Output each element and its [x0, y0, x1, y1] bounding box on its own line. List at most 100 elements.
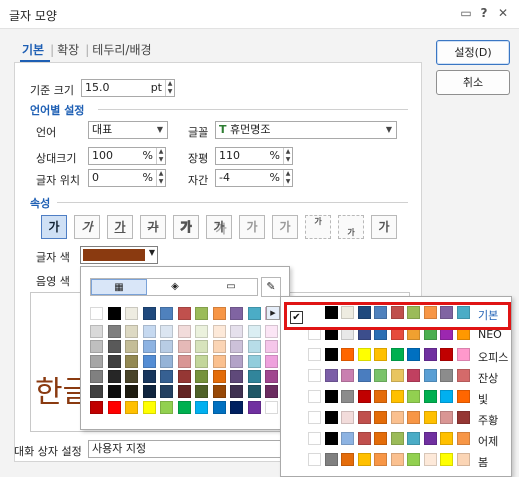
shade-color-swatch[interactable]	[125, 355, 138, 368]
shade-color-swatch[interactable]	[160, 385, 173, 398]
theme-6-swatch[interactable]	[440, 432, 453, 445]
spacing-spinner[interactable]: ▲ ▼	[283, 170, 292, 186]
shade-color-swatch[interactable]	[160, 325, 173, 338]
theme-7-swatch[interactable]	[390, 453, 404, 466]
theme-7-swatch[interactable]	[423, 453, 437, 466]
theme-5-swatch[interactable]	[374, 411, 387, 424]
theme-2-swatch[interactable]	[440, 348, 453, 361]
subscript-button[interactable]: 가	[338, 215, 364, 239]
engrave-button[interactable]: 가	[272, 215, 298, 239]
shade-color-swatch[interactable]	[195, 385, 208, 398]
theme-5-swatch[interactable]	[423, 411, 437, 424]
theme-palette-tab[interactable]: ▦	[91, 279, 147, 295]
theme-name-2[interactable]: 오피스	[478, 349, 508, 365]
theme-3-swatch[interactable]	[308, 369, 321, 382]
shade-color-swatch[interactable]	[265, 325, 278, 338]
theme-2-swatch[interactable]	[308, 348, 321, 361]
theme-4-swatch[interactable]	[440, 390, 453, 403]
shade-color-swatch[interactable]	[212, 385, 226, 398]
close-icon[interactable]: ✕	[496, 6, 510, 20]
tab-border-background[interactable]: 테두리/배경	[92, 41, 151, 58]
width-ratio-input[interactable]: 110 % ▲ ▼	[215, 147, 293, 165]
base-size-input[interactable]: 15.0 pt ▲ ▼	[81, 79, 175, 97]
strikethrough-button[interactable]: 가	[140, 215, 166, 239]
shade-color-swatch[interactable]	[212, 325, 226, 338]
cancel-button[interactable]: 취소	[436, 70, 510, 95]
theme-name-3[interactable]: 잔상	[478, 370, 498, 386]
char-position-input[interactable]: 0 % ▲ ▼	[88, 169, 166, 187]
theme-6-swatch[interactable]	[341, 432, 354, 445]
shade-color-swatch[interactable]	[247, 370, 261, 383]
shade-color-swatch[interactable]	[247, 340, 261, 353]
theme-5-swatch[interactable]	[407, 411, 420, 424]
emboss-button[interactable]: 가	[239, 215, 265, 239]
shade-color-swatch[interactable]	[265, 385, 278, 398]
shade-color-swatch[interactable]	[195, 355, 208, 368]
theme-2-swatch[interactable]	[423, 348, 437, 361]
theme-2-swatch[interactable]	[407, 348, 420, 361]
shade-color-swatch[interactable]	[195, 370, 208, 383]
theme-3-swatch[interactable]	[374, 369, 387, 382]
theme-color-swatch[interactable]	[125, 307, 138, 320]
shade-color-swatch[interactable]	[160, 340, 173, 353]
shadow-button[interactable]: 가	[206, 215, 232, 239]
shade-color-swatch[interactable]	[107, 355, 121, 368]
shade-color-swatch[interactable]	[107, 325, 121, 338]
italic-button[interactable]: 가	[74, 215, 100, 239]
text-color-picker[interactable]: ▼	[80, 246, 158, 264]
underline-button[interactable]: 가	[107, 215, 133, 239]
tab-extended[interactable]: 확장	[57, 41, 79, 58]
theme-6-swatch[interactable]	[357, 432, 371, 445]
standard-color-swatch[interactable]	[230, 401, 243, 414]
theme-7-swatch[interactable]	[407, 453, 420, 466]
theme-color-swatch[interactable]	[247, 307, 261, 320]
char-position-spinner[interactable]: ▲ ▼	[156, 170, 165, 186]
standard-color-swatch[interactable]	[160, 401, 173, 414]
shade-color-swatch[interactable]	[90, 340, 103, 353]
shade-color-swatch[interactable]	[230, 370, 243, 383]
shade-color-swatch[interactable]	[265, 355, 278, 368]
theme-color-swatch[interactable]	[142, 307, 156, 320]
theme-2-swatch[interactable]	[374, 348, 387, 361]
help-icon[interactable]: ?	[477, 6, 491, 20]
theme-7-swatch[interactable]	[440, 453, 453, 466]
theme-4-swatch[interactable]	[407, 390, 420, 403]
theme-3-swatch[interactable]	[341, 369, 354, 382]
font-select[interactable]: T 휴먼명조 ▼	[215, 121, 397, 139]
theme-7-swatch[interactable]	[456, 453, 470, 466]
theme-6-swatch[interactable]	[308, 432, 321, 445]
language-select[interactable]: 대표 ▼	[88, 121, 168, 139]
shade-color-swatch[interactable]	[142, 355, 156, 368]
spacing-input[interactable]: -4 % ▲ ▼	[215, 169, 293, 187]
theme-4-swatch[interactable]	[390, 390, 404, 403]
theme-3-swatch[interactable]	[440, 369, 453, 382]
shade-color-swatch[interactable]	[212, 355, 226, 368]
theme-7-swatch[interactable]	[374, 453, 387, 466]
shade-color-swatch[interactable]	[90, 370, 103, 383]
tab-basic[interactable]: 기본	[22, 41, 44, 58]
theme-list-arrow-button[interactable]: ▶	[266, 306, 280, 320]
eyedropper-icon[interactable]: ✎	[261, 277, 281, 297]
shade-color-swatch[interactable]	[142, 370, 156, 383]
shade-color-swatch[interactable]	[177, 355, 191, 368]
shade-color-swatch[interactable]	[195, 325, 208, 338]
shade-color-swatch[interactable]	[142, 340, 156, 353]
standard-color-swatch[interactable]	[107, 401, 121, 414]
theme-3-swatch[interactable]	[423, 369, 437, 382]
shade-color-swatch[interactable]	[142, 325, 156, 338]
theme-6-swatch[interactable]	[456, 432, 470, 445]
superscript-button[interactable]: 가	[305, 215, 331, 239]
theme-6-swatch[interactable]	[324, 432, 338, 445]
shade-color-swatch[interactable]	[90, 385, 103, 398]
standard-color-swatch[interactable]	[125, 401, 138, 414]
theme-4-swatch[interactable]	[308, 390, 321, 403]
shade-color-swatch[interactable]	[125, 340, 138, 353]
theme-4-swatch[interactable]	[341, 390, 354, 403]
theme-3-swatch[interactable]	[407, 369, 420, 382]
theme-3-swatch[interactable]	[390, 369, 404, 382]
base-size-spinner[interactable]: ▲ ▼	[165, 80, 174, 96]
theme-4-swatch[interactable]	[423, 390, 437, 403]
theme-2-swatch[interactable]	[357, 348, 371, 361]
theme-5-swatch[interactable]	[456, 411, 470, 424]
shade-color-swatch[interactable]	[177, 385, 191, 398]
